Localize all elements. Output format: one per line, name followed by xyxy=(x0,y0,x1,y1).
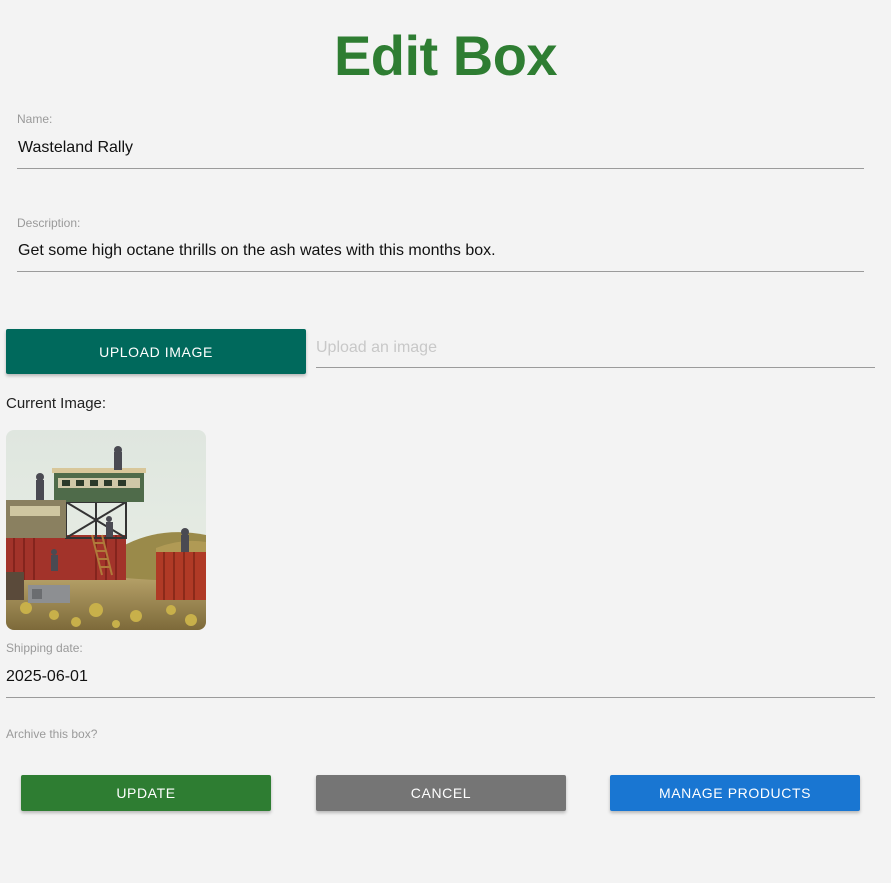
name-value[interactable]: Wasteland Rally xyxy=(18,138,133,158)
name-field[interactable]: Name: Wasteland Rally xyxy=(17,112,864,170)
description-label: Description: xyxy=(17,216,81,230)
name-label: Name: xyxy=(17,112,53,126)
description-value[interactable]: Get some high octane thrills on the ash … xyxy=(18,241,496,261)
page-title: Edit Box xyxy=(333,24,558,87)
upload-image-button[interactable]: UPLOAD IMAGE xyxy=(6,329,306,374)
description-field[interactable]: Description: Get some high octane thrill… xyxy=(17,216,864,274)
upload-field[interactable] xyxy=(316,330,875,368)
terrain-photo xyxy=(6,430,206,630)
description-underline xyxy=(17,271,864,272)
archive-checkbox-label[interactable]: Archive this box? xyxy=(6,727,97,741)
cancel-button[interactable]: CANCEL xyxy=(316,775,566,811)
update-button[interactable]: UPDATE xyxy=(21,775,271,811)
upload-input[interactable] xyxy=(316,330,875,366)
shipping-date-field[interactable]: Shipping date: 2025-06-01 xyxy=(6,641,875,699)
shipping-date-label: Shipping date: xyxy=(6,641,83,655)
shipping-date-value[interactable]: 2025-06-01 xyxy=(6,667,88,687)
shipping-date-underline xyxy=(6,697,875,698)
name-underline xyxy=(17,168,864,169)
manage-products-button[interactable]: MANAGE PRODUCTS xyxy=(610,775,860,811)
current-box-image xyxy=(6,430,206,630)
upload-underline xyxy=(316,367,875,368)
current-image-label: Current Image: xyxy=(6,395,107,412)
